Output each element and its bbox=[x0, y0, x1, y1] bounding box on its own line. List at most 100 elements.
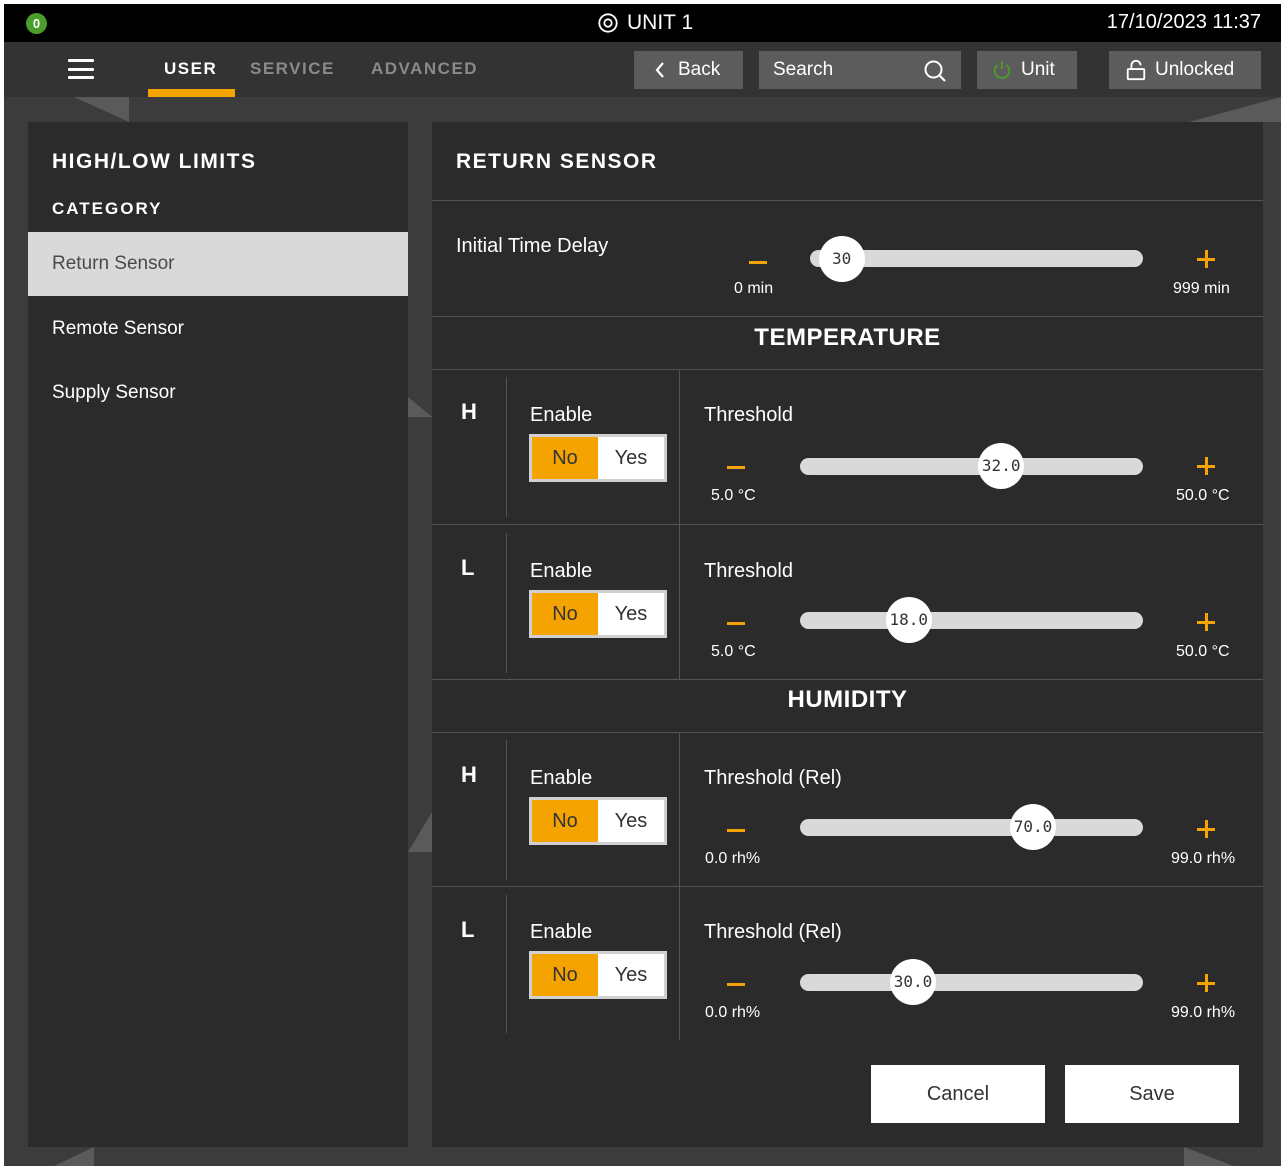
back-button[interactable]: Back bbox=[634, 51, 743, 89]
datetime: 17/10/2023 11:37 bbox=[1106, 11, 1261, 33]
threshold-label: Threshold bbox=[704, 404, 793, 426]
status-badge[interactable]: 0 bbox=[26, 13, 47, 34]
unit-power-button[interactable]: Unit bbox=[977, 51, 1077, 89]
toggle-option-yes[interactable]: Yes bbox=[598, 437, 664, 479]
tab-user[interactable]: USER bbox=[164, 59, 217, 79]
humidity-low-enable-toggle[interactable]: No Yes bbox=[529, 951, 667, 999]
enable-label: Enable bbox=[530, 560, 593, 582]
minus-icon[interactable] bbox=[727, 829, 745, 832]
top-status-bar: 0 UNIT 1 17/10/2023 11:37 bbox=[4, 4, 1281, 42]
initial-delay-max: 999 min bbox=[1173, 280, 1230, 297]
navigation-bar: USER SERVICE ADVANCED Back Search Unit U… bbox=[4, 42, 1281, 97]
divider bbox=[506, 377, 507, 517]
minus-icon[interactable] bbox=[727, 622, 745, 625]
temp-low-slider-thumb[interactable]: 18.0 bbox=[885, 597, 932, 643]
enable-label: Enable bbox=[530, 404, 593, 426]
minus-icon[interactable] bbox=[727, 466, 745, 469]
save-button[interactable]: Save bbox=[1065, 1065, 1239, 1123]
settings-panel: RETURN SENSOR Initial Time Delay 0 min 3… bbox=[432, 122, 1263, 1147]
temp-low-min: 5.0 °C bbox=[711, 643, 756, 660]
humidity-low-slider-track[interactable] bbox=[800, 974, 1143, 991]
enable-label: Enable bbox=[530, 921, 593, 943]
threshold-label: Threshold bbox=[704, 560, 793, 582]
temperature-section-title: TEMPERATURE bbox=[754, 324, 941, 351]
location-pin-icon bbox=[598, 13, 618, 33]
toggle-option-no[interactable]: No bbox=[532, 800, 598, 842]
humidity-low-max: 99.0 rh% bbox=[1171, 1004, 1236, 1021]
divider bbox=[506, 895, 507, 1033]
divider bbox=[679, 887, 680, 1040]
category-sidebar: HIGH/LOW LIMITS CATEGORY Return Sensor R… bbox=[28, 122, 408, 1147]
divider bbox=[506, 740, 507, 880]
category-heading: CATEGORY bbox=[52, 199, 163, 218]
initial-delay-min: 0 min bbox=[734, 280, 774, 297]
panel-title: RETURN SENSOR bbox=[456, 150, 658, 173]
search-placeholder: Search bbox=[773, 59, 834, 80]
divider bbox=[432, 679, 1263, 680]
minus-icon[interactable] bbox=[749, 261, 767, 264]
toggle-option-yes[interactable]: Yes bbox=[598, 593, 664, 635]
hamburger-menu-icon[interactable] bbox=[64, 56, 98, 82]
sidebar-title: HIGH/LOW LIMITS bbox=[52, 150, 257, 173]
divider bbox=[432, 200, 1263, 201]
toggle-option-yes[interactable]: Yes bbox=[598, 954, 664, 996]
humidity-low-min: 0.0 rh% bbox=[705, 1004, 761, 1021]
humidity-low-slider-thumb[interactable]: 30.0 bbox=[890, 959, 936, 1005]
plus-icon[interactable] bbox=[1197, 250, 1215, 268]
back-button-label: Back bbox=[678, 59, 721, 80]
search-icon[interactable] bbox=[923, 59, 947, 83]
humidity-section-title: HUMIDITY bbox=[787, 686, 908, 713]
sidebar-item-supply-sensor[interactable]: Supply Sensor bbox=[28, 361, 408, 425]
unlock-icon bbox=[1126, 59, 1146, 81]
initial-delay-slider-thumb[interactable]: 30 bbox=[818, 236, 865, 282]
plus-icon[interactable] bbox=[1197, 613, 1215, 631]
decorative-corner bbox=[54, 1147, 94, 1166]
plus-icon[interactable] bbox=[1197, 974, 1215, 992]
plus-icon[interactable] bbox=[1197, 820, 1215, 838]
sidebar-item-return-sensor[interactable]: Return Sensor bbox=[28, 232, 408, 296]
decorative-corner bbox=[408, 812, 432, 852]
temp-low-max: 50.0 °C bbox=[1176, 643, 1230, 660]
low-limit-label: L bbox=[461, 555, 475, 580]
temp-high-max: 50.0 °C bbox=[1176, 487, 1230, 504]
divider bbox=[679, 370, 680, 525]
humidity-high-enable-toggle[interactable]: No Yes bbox=[529, 797, 667, 845]
divider bbox=[432, 316, 1263, 317]
divider bbox=[679, 733, 680, 886]
temp-high-enable-toggle[interactable]: No Yes bbox=[529, 434, 667, 482]
tab-service[interactable]: SERVICE bbox=[250, 59, 335, 79]
tab-advanced[interactable]: ADVANCED bbox=[371, 59, 478, 79]
humidity-high-max: 99.0 rh% bbox=[1171, 850, 1236, 867]
humidity-high-slider-track[interactable] bbox=[800, 819, 1143, 836]
humidity-high-slider-thumb[interactable]: 70.0 bbox=[1010, 804, 1056, 850]
temp-low-slider-track[interactable] bbox=[800, 612, 1143, 629]
enable-label: Enable bbox=[530, 767, 593, 789]
temp-low-enable-toggle[interactable]: No Yes bbox=[529, 590, 667, 638]
temp-high-slider-thumb[interactable]: 32.0 bbox=[978, 443, 1025, 489]
minus-icon[interactable] bbox=[727, 983, 745, 986]
decorative-corner bbox=[1184, 1147, 1234, 1166]
divider bbox=[679, 525, 680, 680]
divider bbox=[432, 886, 1263, 887]
divider bbox=[432, 524, 1263, 525]
decorative-corner bbox=[74, 97, 129, 122]
lock-button-label: Unlocked bbox=[1155, 59, 1235, 80]
toggle-option-no[interactable]: No bbox=[532, 954, 598, 996]
search-input[interactable]: Search bbox=[759, 51, 961, 89]
toggle-option-no[interactable]: No bbox=[532, 593, 598, 635]
plus-icon[interactable] bbox=[1197, 457, 1215, 475]
unit-title-text: UNIT 1 bbox=[627, 11, 694, 34]
toggle-option-yes[interactable]: Yes bbox=[598, 800, 664, 842]
temp-high-slider-track[interactable] bbox=[800, 458, 1143, 475]
sidebar-item-remote-sensor[interactable]: Remote Sensor bbox=[28, 297, 408, 361]
toggle-option-no[interactable]: No bbox=[532, 437, 598, 479]
unit-button-label: Unit bbox=[1021, 59, 1055, 80]
low-limit-label: L bbox=[461, 917, 475, 942]
temp-high-min: 5.0 °C bbox=[711, 487, 756, 504]
cancel-button[interactable]: Cancel bbox=[871, 1065, 1045, 1123]
divider bbox=[506, 533, 507, 673]
lock-status-button[interactable]: Unlocked bbox=[1109, 51, 1261, 89]
unit-title: UNIT 1 bbox=[597, 10, 693, 36]
threshold-label: Threshold (Rel) bbox=[704, 767, 842, 789]
humidity-high-min: 0.0 rh% bbox=[705, 850, 761, 867]
